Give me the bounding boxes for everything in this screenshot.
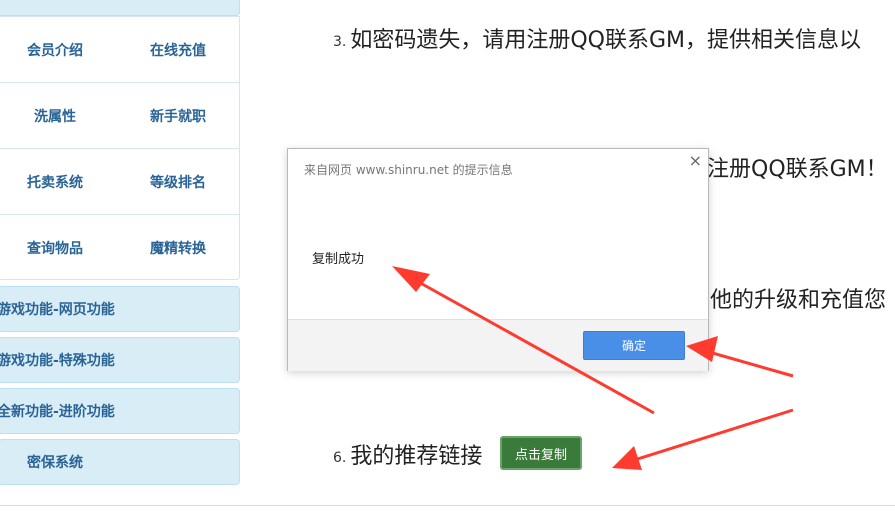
sidebar-item-special-functions[interactable]: 游戏功能-特殊功能: [0, 337, 240, 383]
instruction-line-3: 3. 如密码遗失，请用注册QQ联系GM，提供相关信息以: [333, 22, 861, 54]
line-number: 3.: [333, 34, 347, 50]
line-text: 我的推荐链接: [350, 444, 483, 469]
sidebar-item-web-functions[interactable]: 游戏功能-网页功能: [0, 286, 240, 332]
grid-row: 查询物品 魔精转换: [0, 215, 239, 281]
link-online-recharge[interactable]: 在线充值: [117, 17, 239, 82]
sidebar-item-label: 全新功能-进阶功能: [0, 404, 115, 420]
link-query-items[interactable]: 查询物品: [0, 215, 111, 281]
instruction-line-5-tail: 他的升级和充值您: [710, 288, 887, 313]
sidebar-item-label: 游戏功能-特殊功能: [0, 353, 115, 369]
dialog-title: 来自网页 www.shinru.net 的提示信息: [304, 163, 513, 177]
sidebar-item-label: 游戏功能-网页功能: [0, 302, 115, 318]
ok-button[interactable]: 确定: [583, 331, 685, 360]
grid-row: 会员介绍 在线充值: [0, 17, 239, 83]
sidebar-link-grid: 会员介绍 在线充值 洗属性 新手就职 托卖系统 等级排名 查询物品 魔精转换: [0, 16, 240, 280]
page: 会员介绍 在线充值 洗属性 新手就职 托卖系统 等级排名 查询物品 魔精转换 游…: [0, 0, 895, 518]
grid-row: 托卖系统 等级排名: [0, 149, 239, 215]
sidebar-item-advanced-functions[interactable]: 全新功能-进阶功能: [0, 388, 240, 434]
line-number: 6.: [333, 450, 347, 466]
copy-link-button[interactable]: 点击复制: [500, 436, 582, 470]
sidebar-top-panel: [0, 0, 240, 16]
grid-row: 洗属性 新手就职: [0, 83, 239, 149]
arrow-icon: [612, 408, 794, 470]
link-reroll-attributes[interactable]: 洗属性: [0, 83, 111, 148]
link-magic-essence-convert[interactable]: 魔精转换: [117, 215, 239, 281]
divider: [0, 505, 895, 506]
link-newbie-job[interactable]: 新手就职: [117, 83, 239, 148]
dialog-footer: 确定: [288, 319, 708, 371]
instruction-line-4-tail: 注册QQ联系GM！: [707, 157, 888, 182]
alert-dialog: 来自网页 www.shinru.net 的提示信息 × 复制成功 确定: [287, 148, 709, 371]
dialog-message: 复制成功: [312, 252, 365, 267]
sidebar-item-label: 密保系统: [27, 455, 83, 471]
sidebar: 会员介绍 在线充值 洗属性 新手就职 托卖系统 等级排名 查询物品 魔精转换 游…: [0, 0, 240, 518]
link-level-ranking[interactable]: 等级排名: [117, 149, 239, 214]
instruction-line-6: 6. 我的推荐链接: [333, 438, 482, 470]
link-consignment[interactable]: 托卖系统: [0, 149, 111, 214]
link-member-intro[interactable]: 会员介绍: [0, 17, 111, 82]
close-icon[interactable]: ×: [689, 151, 702, 170]
sidebar-item-security-system[interactable]: 密保系统: [0, 439, 240, 485]
line-text: 如密码遗失，请用注册QQ联系GM，提供相关信息以: [350, 28, 862, 53]
